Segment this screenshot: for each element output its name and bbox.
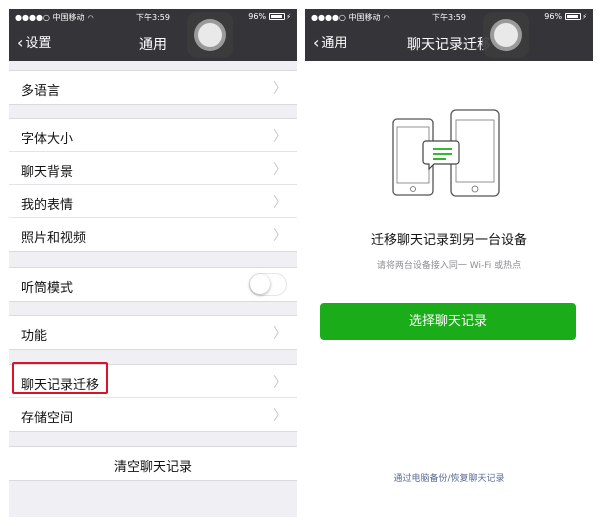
- migration-heading: 迁移聊天记录到另一台设备: [370, 233, 527, 248]
- battery-percent: 96%: [248, 12, 267, 21]
- migration-instructions: 请将两台设备接入同一 Wi-Fi 或热点: [376, 261, 522, 271]
- settings-group-features: 功能 〉: [9, 315, 297, 350]
- page-title: 聊天记录迁移: [407, 37, 491, 53]
- row-label: 存储空间: [21, 411, 74, 426]
- settings-row-stickers[interactable]: 我的表情 〉: [9, 185, 297, 218]
- row-label: 功能: [21, 329, 48, 344]
- battery-icon: [269, 13, 286, 20]
- chevron-right-icon: 〉: [273, 375, 287, 391]
- battery-percent: 96%: [544, 12, 563, 21]
- settings-row-storage[interactable]: 存储空间 〉: [9, 398, 297, 431]
- chat-migration-screen: ●●●●○ 中国移动 ◠ 下午3:59 96% ⚡ ‹ 通用 聊天记录迁移 迁移聊天记…: [305, 9, 593, 517]
- settings-group-earpiece: 听筒模式: [9, 267, 297, 302]
- clear-chat-history-button[interactable]: 清空聊天记录: [9, 446, 297, 481]
- assistive-touch-icon[interactable]: [483, 12, 529, 58]
- nav-bar: ‹ 通用 聊天记录迁移: [305, 27, 593, 61]
- settings-row-earpiece-mode: 听筒模式: [9, 268, 297, 301]
- toggle-knob: [250, 274, 270, 294]
- settings-group-language: 多语言 〉: [9, 70, 297, 105]
- row-label: 聊天背景: [21, 165, 74, 180]
- general-settings-screen: ●●●●○ 中国移动 ◠ 下午3:59 96% ⚡ ‹ 设置 通用 多语言〉 字体大小…: [9, 9, 297, 517]
- clear-chat-history-label: 清空聊天记录: [113, 460, 192, 475]
- select-chat-history-button[interactable]: 选择聊天记录: [320, 303, 576, 340]
- chat-migration-highlight-box: [12, 362, 108, 394]
- chevron-right-icon: 〉: [273, 195, 287, 211]
- pc-backup-restore-link[interactable]: 通过电脑备份/恢复聊天记录: [305, 471, 593, 484]
- chevron-right-icon: 〉: [273, 162, 287, 178]
- charging-icon: ⚡: [582, 13, 587, 21]
- nav-bar: ‹ 设置 通用: [9, 27, 297, 61]
- battery-icon: [565, 13, 582, 20]
- settings-row-photos-videos[interactable]: 照片和视频 〉: [9, 218, 297, 251]
- chevron-right-icon: 〉: [273, 408, 287, 424]
- earpiece-mode-toggle[interactable]: [249, 273, 287, 296]
- top-bar: ●●●●○ 中国移动 ◠ 下午3:59 96% ⚡ ‹ 设置 通用: [9, 9, 297, 61]
- row-label: 字体大小: [21, 132, 74, 147]
- top-bar: ●●●●○ 中国移动 ◠ 下午3:59 96% ⚡ ‹ 通用 聊天记录迁移: [305, 9, 593, 61]
- row-label: 照片和视频: [21, 231, 87, 246]
- row-label: 听筒模式: [21, 281, 74, 296]
- settings-row-features[interactable]: 功能 〉: [9, 316, 297, 349]
- charging-icon: ⚡: [286, 13, 291, 21]
- chevron-right-icon: 〉: [273, 81, 287, 97]
- chevron-right-icon: 〉: [273, 326, 287, 342]
- phone-transfer-illustration: [392, 109, 500, 197]
- settings-row-language[interactable]: 多语言 〉: [9, 71, 297, 104]
- settings-row-chat-background[interactable]: 聊天背景 〉: [9, 152, 297, 185]
- settings-group-display: 字体大小〉 聊天背景〉 我的表情〉 照片和视频〉: [9, 118, 297, 252]
- page-title: 通用: [139, 37, 167, 53]
- status-bar: ●●●●○ 中国移动 ◠ 下午3:59 96% ⚡: [305, 9, 593, 25]
- status-bar: ●●●●○ 中国移动 ◠ 下午3:59 96% ⚡: [9, 9, 297, 25]
- row-label: 多语言: [21, 84, 61, 99]
- settings-row-font-size[interactable]: 字体大小 〉: [9, 119, 297, 152]
- assistive-touch-icon[interactable]: [187, 12, 233, 58]
- chevron-right-icon: 〉: [273, 129, 287, 145]
- row-label: 我的表情: [21, 198, 74, 213]
- chevron-right-icon: 〉: [273, 228, 287, 244]
